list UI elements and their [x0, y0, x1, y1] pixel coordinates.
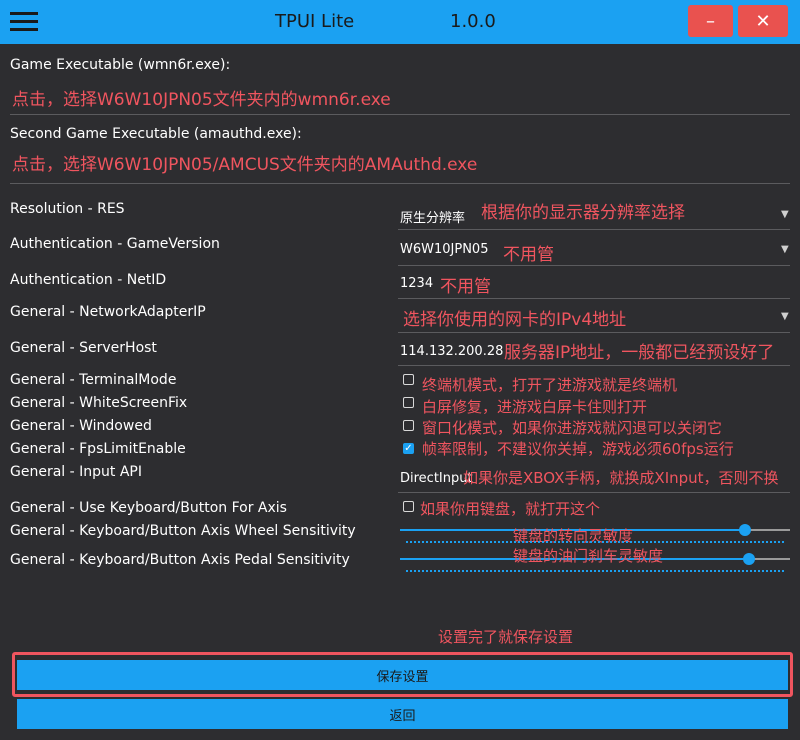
- use-keyboard-hint: 如果你用键盘，就打开这个: [420, 500, 601, 518]
- windowed-label: General - Windowed: [10, 418, 152, 434]
- game-version-underline: [398, 265, 790, 266]
- checkmark-icon: ✓: [404, 443, 413, 454]
- pedal-slider-thumb[interactable]: [743, 553, 755, 565]
- minimize-button[interactable]: –: [688, 5, 733, 37]
- app-title: TPUI Lite: [275, 11, 355, 32]
- divider: [10, 114, 790, 115]
- app-version: 1.0.0: [450, 11, 496, 32]
- server-host-input[interactable]: 114.132.200.28: [400, 344, 503, 359]
- windowed-hint: 窗口化模式，如果你进游戏就闪退可以关闭它: [422, 419, 723, 437]
- resolution-hint: 根据你的显示器分辨率选择: [481, 203, 685, 223]
- input-api-label: General - Input API: [10, 464, 142, 480]
- save-hint: 设置完了就保存设置: [438, 628, 574, 646]
- server-host-hint: 服务器IP地址，一般都已经预设好了: [504, 343, 775, 363]
- network-adapter-select[interactable]: 选择你使用的网卡的IPv4地址: [403, 305, 626, 330]
- pedal-tick-bar: [406, 570, 784, 572]
- input-api-underline: [398, 492, 790, 493]
- input-api-hint: 如果你是XBOX手柄，就换成XInput，否则不换: [463, 469, 779, 487]
- terminal-mode-hint: 终端机模式，打开了进游戏就是终端机: [422, 376, 678, 394]
- pedal-sensitivity-label: General - Keyboard/Button Axis Pedal Sen…: [10, 552, 350, 568]
- game-executable-label: Game Executable (wmn6r.exe):: [10, 57, 231, 73]
- chevron-down-icon[interactable]: ▼: [781, 244, 789, 255]
- terminal-mode-checkbox[interactable]: [403, 374, 414, 385]
- white-screen-fix-hint: 白屏修复，进游戏白屏卡住则打开: [422, 398, 648, 416]
- net-id-underline: [398, 298, 790, 299]
- input-api-select[interactable]: DirectInput: [400, 471, 473, 486]
- use-keyboard-checkbox[interactable]: [403, 501, 414, 512]
- back-button[interactable]: 返回: [17, 699, 788, 729]
- chevron-down-icon[interactable]: ▼: [781, 311, 789, 322]
- title-bar: TPUI Lite 1.0.0 – ✕: [0, 0, 800, 44]
- divider: [10, 183, 790, 184]
- second-executable-label: Second Game Executable (amauthd.exe):: [10, 126, 302, 142]
- game-version-hint: 不用管: [503, 245, 554, 265]
- white-screen-fix-label: General - WhiteScreenFix: [10, 395, 188, 411]
- wheel-sensitivity-label: General - Keyboard/Button Axis Wheel Sen…: [10, 523, 356, 539]
- game-executable-picker[interactable]: 点击，选择W6W10JPN05文件夹内的wmn6r.exe: [12, 85, 391, 110]
- net-id-hint: 不用管: [440, 277, 491, 297]
- hamburger-menu-icon[interactable]: [10, 10, 38, 34]
- net-id-input[interactable]: 1234: [400, 276, 433, 291]
- save-button[interactable]: 保存设置: [17, 660, 788, 690]
- pedal-sensitivity-hint: 键盘的油门刹车灵敏度: [513, 547, 664, 565]
- terminal-mode-label: General - TerminalMode: [10, 372, 177, 388]
- server-host-label: General - ServerHost: [10, 340, 157, 356]
- second-executable-picker[interactable]: 点击，选择W6W10JPN05/AMCUS文件夹内的AMAuthd.exe: [12, 150, 477, 175]
- use-keyboard-label: General - Use Keyboard/Button For Axis: [10, 500, 287, 516]
- white-screen-fix-checkbox[interactable]: [403, 397, 414, 408]
- fps-limit-checkbox[interactable]: ✓: [403, 443, 414, 454]
- wheel-tick-bar: [406, 541, 784, 543]
- fps-limit-hint: 帧率限制，不建议你关掉，游戏必须60fps运行: [422, 440, 734, 458]
- resolution-underline: [398, 229, 790, 230]
- game-version-label: Authentication - GameVersion: [10, 236, 220, 252]
- server-host-underline: [398, 365, 790, 366]
- close-button[interactable]: ✕: [738, 5, 788, 37]
- resolution-label: Resolution - RES: [10, 201, 125, 217]
- wheel-slider-thumb[interactable]: [739, 524, 751, 536]
- windowed-checkbox[interactable]: [403, 420, 414, 431]
- chevron-down-icon[interactable]: ▼: [781, 209, 789, 220]
- fps-limit-label: General - FpsLimitEnable: [10, 441, 186, 457]
- resolution-select[interactable]: 原生分辨率: [400, 207, 465, 226]
- net-id-label: Authentication - NetID: [10, 272, 167, 288]
- network-adapter-underline: [398, 332, 790, 333]
- game-version-select[interactable]: W6W10JPN05: [400, 242, 488, 257]
- network-adapter-label: General - NetworkAdapterIP: [10, 304, 206, 320]
